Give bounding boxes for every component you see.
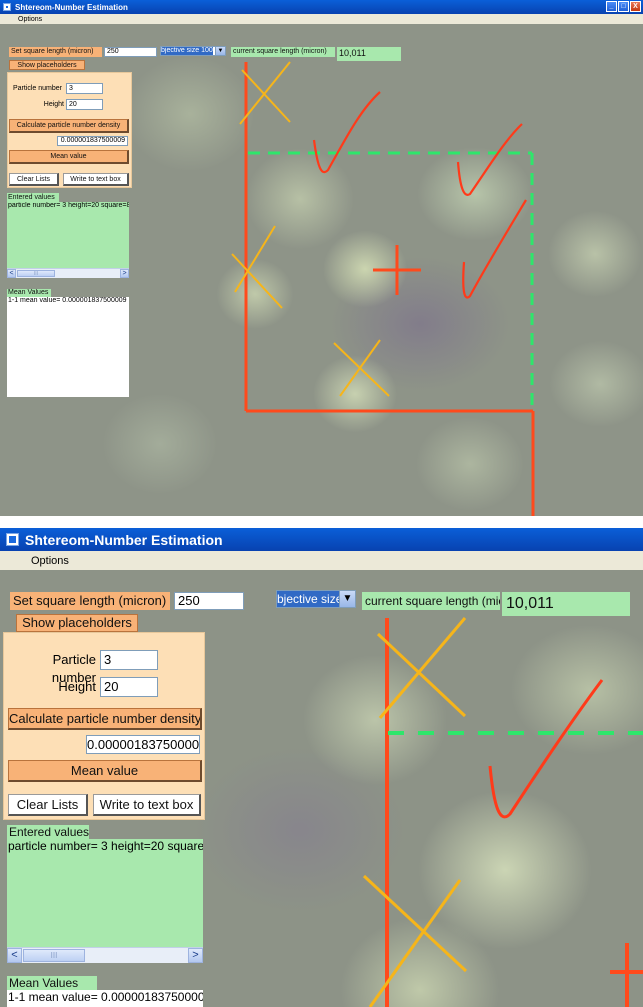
particle-number-input[interactable]: 3: [66, 83, 103, 94]
clear-lists-button[interactable]: Clear Lists: [8, 794, 88, 816]
set-square-length-label: Set square length (micron): [9, 47, 102, 57]
height-label: Height: [43, 101, 64, 108]
chevron-down-icon[interactable]: ▼: [339, 591, 355, 607]
list-item[interactable]: 1-1 mean value= 0.000001837500009: [8, 297, 129, 305]
list-item[interactable]: 1-1 mean value= 0.000001837500009: [8, 990, 203, 1004]
show-placeholders-button[interactable]: Show placeholders: [16, 614, 138, 632]
set-square-length-label: Set square length (micron): [10, 592, 170, 610]
scroll-left-button[interactable]: <: [7, 948, 22, 963]
objective-size-select[interactable]: bjective size 100 ▼: [276, 590, 356, 608]
app-icon: [3, 3, 11, 11]
counted-marks: [488, 679, 604, 819]
write-to-text-box-button[interactable]: Write to text box: [93, 794, 201, 816]
menu-bar: Options: [0, 14, 643, 24]
close-button[interactable]: X: [630, 1, 641, 12]
scroll-left-button[interactable]: <: [7, 269, 16, 278]
exclusion-marks: [231, 61, 390, 397]
scroll-right-button[interactable]: >: [120, 269, 129, 278]
screenshot-top: Shtereom-Number Estimation _ □ X Options…: [0, 0, 643, 516]
mean-values-list[interactable]: 1-1 mean value= 0.000001837500009: [7, 990, 203, 1007]
title-bar: Shtereom-Number Estimation: [0, 528, 643, 551]
maximize-button[interactable]: □: [618, 1, 629, 12]
window-title: Shtereom-Number Estimation: [15, 2, 128, 12]
objective-size-select[interactable]: bjective size 100 ▼: [160, 46, 226, 56]
calculate-density-button[interactable]: Calculate particle number density: [8, 708, 202, 730]
clear-lists-button[interactable]: Clear Lists: [9, 173, 59, 186]
scroll-thumb[interactable]: III: [17, 270, 55, 277]
entered-values-label: Entered values: [7, 193, 59, 202]
window-buttons: _ □ X: [606, 1, 641, 12]
scroll-right-button[interactable]: >: [188, 948, 203, 963]
current-square-length-label: current square length (micron): [231, 47, 335, 57]
mean-values-label: Mean Values: [7, 289, 51, 297]
particle-number-label: Particle number: [51, 652, 96, 685]
chevron-down-icon[interactable]: ▼: [215, 47, 225, 55]
height-label: Height: [58, 679, 96, 694]
density-result-field[interactable]: 0.000001837500009: [57, 136, 128, 146]
title-bar: Shtereom-Number Estimation: [0, 0, 643, 14]
write-to-text-box-button[interactable]: Write to text box: [63, 173, 129, 186]
entered-values-list[interactable]: particle number= 3 height=20 square=8 < …: [7, 202, 129, 278]
entered-values-scrollbar[interactable]: < III >: [7, 268, 129, 278]
mean-values-label: Mean Values: [7, 976, 97, 990]
app-icon: [6, 533, 19, 546]
mean-value-button[interactable]: Mean value: [8, 760, 202, 782]
current-square-length-value: 10,011: [337, 47, 401, 61]
window-title: Shtereom-Number Estimation: [25, 531, 223, 548]
current-square-length-label: current square length (micron): [362, 592, 500, 610]
mean-value-button[interactable]: Mean value: [9, 150, 129, 164]
height-input[interactable]: 20: [100, 677, 158, 697]
square-length-input[interactable]: 250: [104, 47, 157, 57]
density-result-field[interactable]: 0.000001837500009: [86, 735, 200, 754]
particle-number-label: Particle number: [12, 85, 62, 92]
objective-size-value: bjective size 100: [161, 47, 213, 55]
calculate-density-button[interactable]: Calculate particle number density: [9, 119, 129, 133]
mean-values-list[interactable]: 1-1 mean value= 0.000001837500009: [7, 297, 129, 397]
menu-bar: Options: [0, 551, 643, 570]
current-square-length-value: 10,011: [502, 592, 630, 616]
entered-values-list[interactable]: particle number= 3 height=20 square=8 < …: [7, 839, 203, 963]
square-length-input[interactable]: 250: [174, 592, 244, 610]
menu-options[interactable]: Options: [31, 555, 69, 567]
height-input[interactable]: 20: [66, 99, 103, 110]
counted-marks: [312, 91, 527, 299]
scroll-thumb[interactable]: III: [23, 949, 85, 962]
screenshot-bottom: Shtereom-Number Estimation Options Set s…: [0, 528, 643, 1007]
list-item[interactable]: particle number= 3 height=20 square=8: [8, 839, 203, 853]
entered-values-scrollbar[interactable]: < III >: [7, 947, 203, 963]
list-item[interactable]: particle number= 3 height=20 square=8: [8, 202, 129, 210]
minimize-button[interactable]: _: [606, 1, 617, 12]
entered-values-label: Entered values: [7, 825, 89, 839]
menu-options[interactable]: Options: [18, 16, 42, 23]
exclusion-marks: [362, 617, 468, 1007]
show-placeholders-button[interactable]: Show placeholders: [9, 60, 85, 70]
particle-number-input[interactable]: 3: [100, 650, 158, 670]
